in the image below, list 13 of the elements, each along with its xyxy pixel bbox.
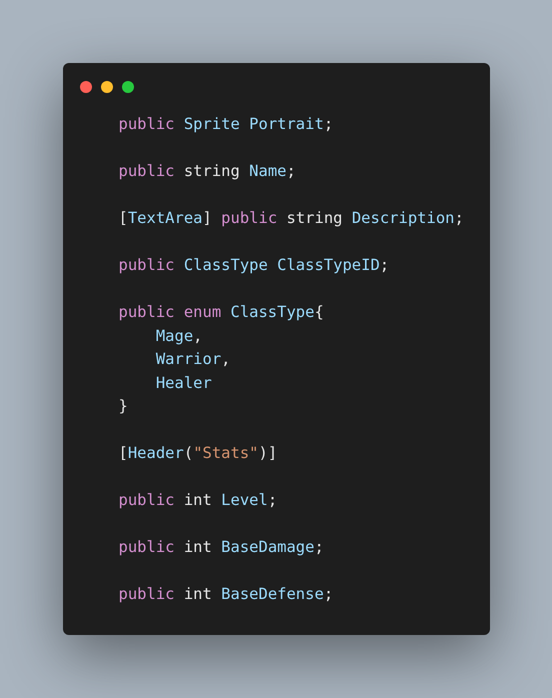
code-line: public string Name;: [118, 161, 296, 182]
code-line: Healer: [154, 372, 212, 394]
code-line: }: [118, 396, 128, 417]
code-line: [Header("Stats")]: [118, 443, 278, 464]
code-line: public enum ClassType{: [118, 302, 324, 323]
code-line: public Sprite Portrait;: [118, 114, 334, 135]
code-line: public int Level;: [118, 490, 278, 511]
code-line: public int BaseDamage;: [118, 537, 324, 558]
code-line: [TextArea] public string Description;: [118, 208, 464, 229]
code-line: public ClassType ClassTypeID;: [118, 255, 390, 276]
code-line: public int BaseDefense;: [118, 584, 334, 605]
code-line: Mage,: [154, 326, 202, 346]
code-line: Warrior,: [154, 349, 230, 370]
